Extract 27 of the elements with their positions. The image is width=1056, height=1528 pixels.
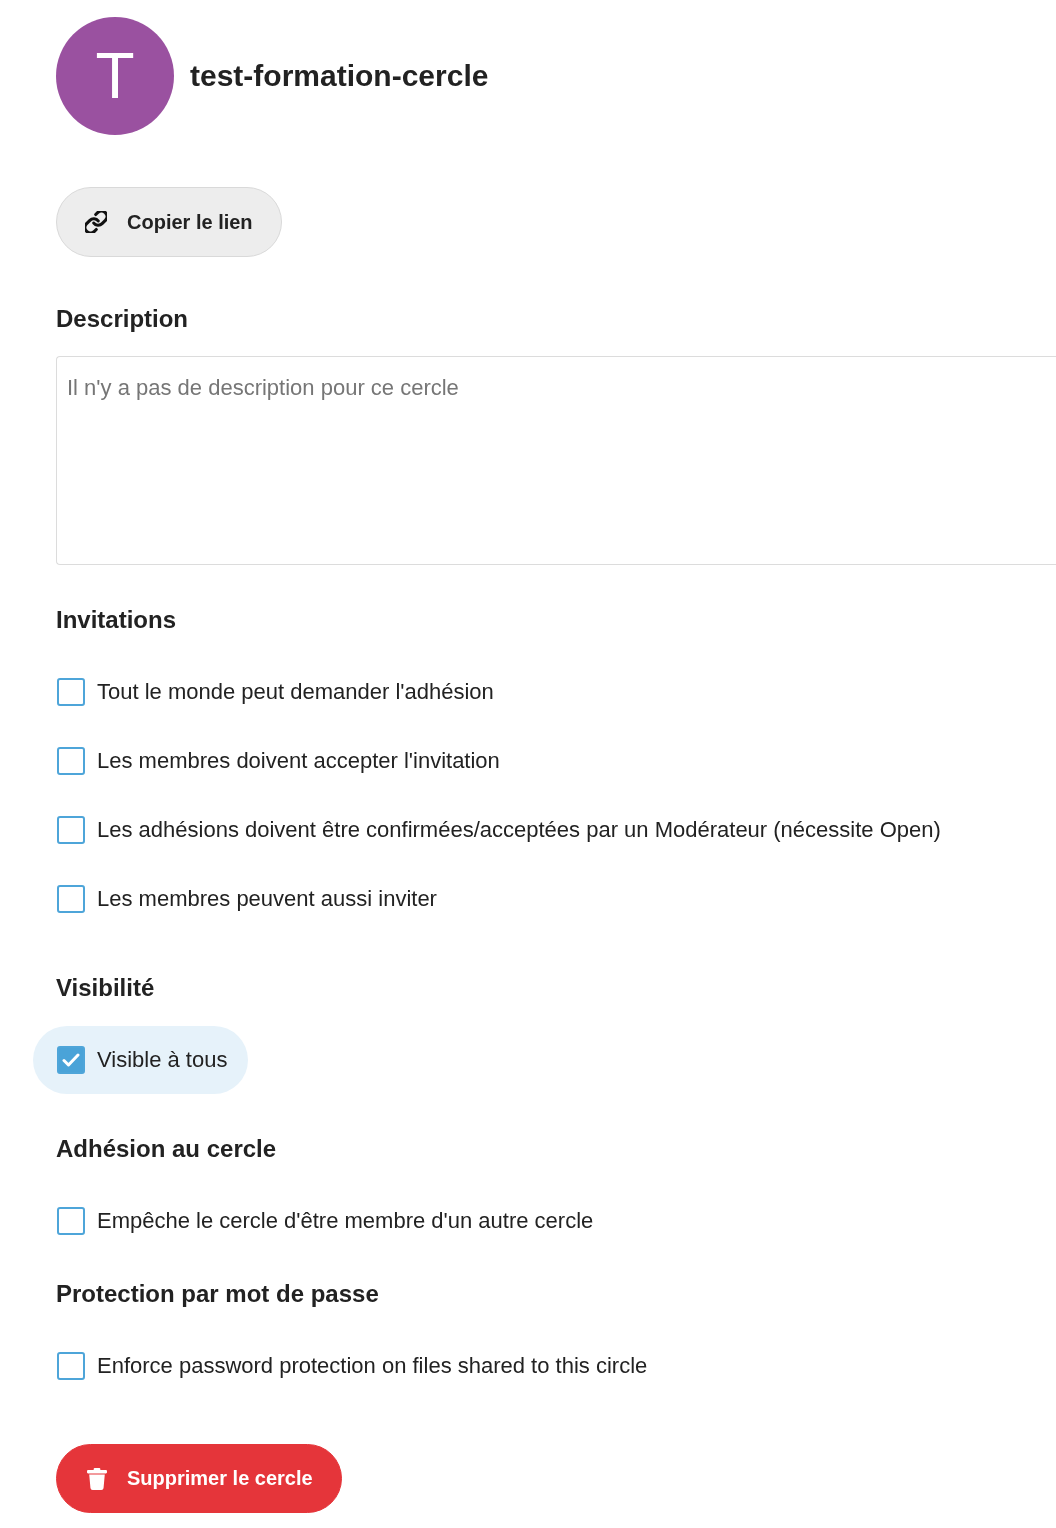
trash-icon — [87, 1466, 107, 1491]
copy-link-button[interactable]: Copier le lien — [56, 187, 282, 257]
checkbox[interactable] — [57, 1352, 85, 1380]
checkbox-label[interactable]: Les adhésions doivent être confirmées/acceptées par un Modérateur (nécessite Open) — [97, 816, 941, 844]
checkbox[interactable] — [57, 816, 85, 844]
checkbox-label[interactable]: Tout le monde peut demander l'adhésion — [97, 678, 494, 706]
avatar: T — [56, 17, 174, 135]
checkbox-label[interactable]: Empêche le cercle d'être membre d'un autre cercle — [97, 1207, 594, 1235]
checkbox[interactable] — [57, 747, 85, 775]
section-heading: Adhésion au cercle — [56, 1134, 277, 1164]
checkbox-label[interactable]: Visible à tous — [97, 1046, 228, 1074]
circle-title: test-formation-cercle — [190, 58, 489, 94]
checkbox[interactable] — [57, 678, 85, 706]
section-heading: Description — [56, 304, 189, 334]
link-icon — [85, 211, 107, 233]
checkbox[interactable] — [57, 1207, 85, 1235]
section-heading: Invitations — [56, 605, 176, 635]
checkbox[interactable] — [57, 1046, 85, 1074]
delete-circle-button[interactable]: Supprimer le cercle — [56, 1444, 342, 1513]
checkbox[interactable] — [57, 885, 85, 913]
checkmark-icon — [62, 1053, 80, 1067]
checkbox-label[interactable]: Enforce password protection on files shared to this circle — [97, 1352, 648, 1380]
checkbox-label[interactable]: Les membres peuvent aussi inviter — [97, 885, 437, 913]
description-field[interactable]: Il n'y a pas de description pour ce cercle — [56, 356, 1056, 565]
section-heading: Protection par mot de passe — [56, 1279, 379, 1309]
section-heading: Visibilité — [56, 973, 155, 1003]
checkbox-label[interactable]: Les membres doivent accepter l'invitation — [97, 747, 500, 775]
